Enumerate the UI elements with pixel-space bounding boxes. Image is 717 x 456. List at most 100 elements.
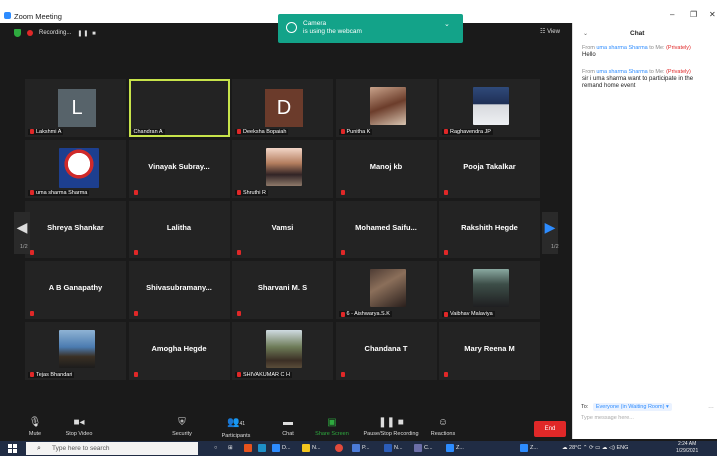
windows-taskbar: ⌕ Type here to search ○ ⊞ D... N... P...…	[0, 441, 717, 456]
taskbar-app-1[interactable]: D...	[272, 443, 291, 454]
participant-name: SHIVAKUMAR C H	[243, 371, 290, 378]
maximize-button[interactable]: ❐	[690, 10, 697, 19]
participant-tile[interactable]: uma sharma Sharma	[25, 139, 126, 198]
zoom-app: Zoom Meeting – ❐ ✕ Recording... ❚❚ ■ ☷ V…	[0, 0, 717, 456]
participant-name: Chandran A	[133, 128, 163, 135]
view-button[interactable]: ☷ View	[540, 28, 560, 35]
recipient-select[interactable]: Everyone (in Waiting Room) ▾	[592, 403, 672, 411]
share-screen-button[interactable]: ▣ Share Screen	[312, 416, 352, 437]
reactions-button[interactable]: ☺ Reactions	[428, 416, 458, 437]
message-recipient: to Me:	[649, 69, 665, 75]
participant-tile[interactable]: Mary Reena M	[439, 322, 540, 380]
chat-message-input[interactable]: Type message here...	[581, 415, 634, 421]
participant-display-name: Amogha Hegde	[151, 344, 207, 354]
camera-notification[interactable]: Camera is using the webcam ⌄	[278, 14, 463, 43]
participant-label: SHIVAKUMAR C H	[235, 371, 292, 378]
from-prefix: From	[582, 69, 595, 75]
participant-tile[interactable]: Lalitha	[128, 200, 230, 259]
participant-tile[interactable]: Vinayak Subray...	[128, 139, 230, 198]
zoom-logo-icon	[4, 12, 11, 19]
muted-mic-icon	[237, 129, 241, 135]
muted-mic-icon	[237, 190, 241, 196]
muted-mic-icon	[340, 371, 345, 377]
security-button[interactable]: ⛨ Security	[168, 416, 196, 437]
shield-icon: ⛨	[178, 417, 186, 428]
participant-tile[interactable]: SHIVAKUMAR C H	[232, 322, 333, 380]
taskbar-grid-icon[interactable]: ⊞	[228, 443, 233, 454]
message-sender[interactable]: uma sharma Sharma	[596, 69, 647, 75]
meeting-toolbar: 🎙 Mute ■◂ Stop Video ⛨ Security 👥41 Part…	[0, 412, 572, 443]
muted-mic-icon	[30, 311, 34, 317]
participant-tile[interactable]: Shreya Shankar	[25, 200, 126, 259]
participant-label: Tejas Bhandari	[28, 371, 75, 378]
taskbar-app-4[interactable]: N...	[384, 443, 403, 454]
participant-tile[interactable]: Vamsi	[232, 200, 333, 259]
taskbar-app-5[interactable]: C...	[414, 443, 433, 454]
participant-tile[interactable]: Rakshith Hegde	[439, 200, 540, 259]
system-clock[interactable]: 2:24 AM 1/29/2021	[676, 441, 698, 455]
office-icon[interactable]	[244, 443, 254, 454]
message-sender[interactable]: uma sharma Sharma	[596, 45, 647, 51]
message-recipient: to Me:	[649, 45, 665, 51]
participant-display-name: Lalitha	[166, 222, 192, 232]
recording-control-button[interactable]: ❚❚ ■ Pause/Stop Recording	[359, 416, 423, 437]
participant-tile[interactable]: Chandana T	[335, 322, 437, 380]
participant-tile[interactable]: 6 - Aishwarya.S.K	[335, 261, 437, 320]
message-meta: From uma sharma Sharma to Me: (Privately…	[582, 69, 714, 76]
participant-tile[interactable]: L Lakshmi A	[25, 79, 126, 137]
taskbar-app-3[interactable]: P...	[352, 443, 370, 454]
task-view-icon[interactable]: ○	[214, 443, 217, 454]
system-tray[interactable]: ☁ 28°C ⌃ ⟳ ▭ ☁ ◁) ENG	[562, 443, 628, 454]
chrome-icon[interactable]	[335, 443, 345, 454]
participants-button[interactable]: 👥41 Participants	[218, 416, 254, 439]
participant-tile[interactable]: Pooja Takalkar	[439, 139, 540, 198]
participant-tile[interactable]: Amogha Hegde	[128, 322, 230, 380]
windows-start-icon[interactable]	[8, 444, 17, 453]
participant-tile[interactable]: Shivasubramany...	[128, 261, 230, 320]
participant-display-name: Vamsi	[271, 222, 294, 232]
taskbar-app-label: N...	[312, 445, 321, 451]
view-label: View	[547, 29, 560, 35]
participant-display-name: Mohamed Saifu...	[355, 222, 417, 232]
participant-tile[interactable]: Vaibhav Malaviya	[439, 261, 540, 320]
mute-button[interactable]: 🎙 Mute	[26, 416, 44, 437]
chevron-down-icon[interactable]: ⌄	[583, 30, 588, 37]
participant-tile[interactable]: Mohamed Saifu...	[335, 200, 437, 259]
participant-tile[interactable]: Chandran A	[128, 79, 230, 137]
stop-video-button[interactable]: ■◂ Stop Video	[62, 416, 96, 437]
participant-tile[interactable]: Punitha K	[335, 79, 437, 137]
participant-tile[interactable]: Shruthi R	[232, 139, 333, 198]
chat-button[interactable]: ▬ Chat	[279, 416, 297, 437]
participant-tile[interactable]: Raghavendra JP	[439, 79, 540, 137]
muted-mic-icon	[30, 372, 34, 378]
participant-name: Raghavendra JP	[450, 128, 491, 135]
muted-mic-icon	[30, 129, 34, 135]
pause-stop-icon[interactable]: ❚❚ ■	[77, 30, 96, 37]
arrow-right-icon: ▶	[544, 219, 556, 235]
taskbar-app-6[interactable]: Z...	[446, 443, 464, 454]
participant-photo	[369, 87, 406, 125]
muted-mic-icon	[340, 250, 345, 256]
taskbar-app-2[interactable]: N...	[302, 443, 321, 454]
close-button[interactable]: ✕	[709, 10, 716, 19]
chevron-down-icon[interactable]: ⌄	[444, 20, 450, 28]
muted-mic-icon	[133, 371, 138, 377]
participant-tile[interactable]: D Deeksha Bopaiah	[232, 79, 333, 137]
message-text: sir i uma sharma want to participate in …	[582, 76, 694, 89]
participant-tile[interactable]: Manoj kb	[335, 139, 437, 198]
participant-name: Deeksha Bopaiah	[243, 128, 287, 135]
muted-mic-icon	[237, 250, 241, 256]
arrow-left-icon: ◀	[16, 219, 28, 235]
edge-icon[interactable]	[258, 443, 268, 454]
participant-tile[interactable]: Tejas Bhandari	[25, 322, 126, 380]
end-meeting-button[interactable]: End	[534, 421, 566, 437]
participant-tile[interactable]: Sharvani M. S	[232, 261, 333, 320]
minimize-button[interactable]: –	[670, 10, 674, 19]
participant-tile[interactable]: A B Ganapathy	[25, 261, 126, 320]
recording-bar: Recording... ❚❚ ■	[14, 27, 97, 39]
participant-photo	[266, 147, 302, 186]
taskbar-search-input[interactable]: ⌕ Type here to search	[26, 442, 198, 455]
taskbar-app-7[interactable]: Z...	[520, 443, 538, 454]
to-label: To:	[581, 404, 589, 410]
more-icon[interactable]: …	[708, 404, 714, 410]
